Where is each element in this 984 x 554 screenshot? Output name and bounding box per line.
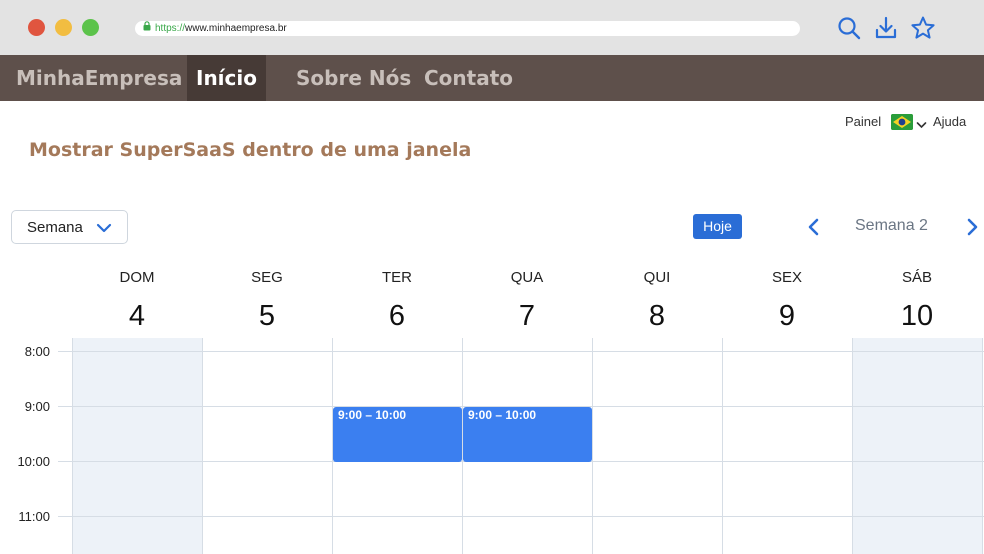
day-name: SEX (771, 269, 802, 286)
time-label: 9:00 (24, 399, 50, 414)
event-time: 9:00 – 10:00 (338, 408, 407, 422)
previous-week-icon[interactable] (806, 216, 822, 238)
url-host: www.minhaempresa.br (185, 23, 287, 35)
view-select-value: Semana (27, 219, 83, 236)
lock-icon (143, 21, 151, 36)
page-title: Mostrar SuperSaaS dentro de uma janela (29, 139, 472, 161)
site-nav: MinhaEmpresa Início Sobre Nós Contato (0, 55, 984, 101)
time-label: 8:00 (24, 344, 50, 359)
nav-item-sobre-nos[interactable]: Sobre Nós (296, 55, 411, 101)
day-header-dom: DOM 4 (72, 268, 202, 332)
grid-divider (202, 338, 203, 554)
grid-divider (982, 338, 983, 554)
day-number[interactable]: 7 (462, 300, 592, 332)
grid-divider (72, 338, 73, 554)
weekend-column-dom[interactable] (72, 338, 202, 554)
time-label: 11:00 (18, 509, 50, 524)
week-label: Semana 2 (855, 217, 928, 234)
help-link[interactable]: Ajuda (933, 114, 966, 130)
day-header-qua: QUA 7 (462, 268, 592, 332)
day-name: QUI (643, 269, 671, 286)
grid-divider (592, 338, 593, 554)
browser-toolbar: https://www.minhaempresa.br (0, 0, 984, 55)
day-number[interactable]: 8 (592, 300, 722, 332)
minimize-window-button[interactable] (55, 19, 72, 36)
brand-logo[interactable]: MinhaEmpresa (16, 55, 182, 101)
day-name: TER (382, 269, 412, 286)
grid-divider (852, 338, 853, 554)
close-window-button[interactable] (28, 19, 45, 36)
appointment-event[interactable]: 9:00 – 10:00 (463, 407, 592, 462)
brazil-flag-icon[interactable] (891, 114, 913, 130)
day-name: SÁB (901, 269, 932, 286)
day-name: DOM (119, 269, 155, 286)
grid-divider (722, 338, 723, 554)
day-name: SEG (251, 269, 283, 286)
chevron-down-icon[interactable] (916, 117, 927, 129)
nav-item-inicio[interactable]: Início (187, 55, 266, 101)
chevron-down-icon (96, 221, 112, 235)
day-header-seg: SEG 5 (202, 268, 332, 332)
search-icon[interactable] (836, 15, 862, 41)
day-number[interactable]: 4 (72, 300, 202, 332)
day-number[interactable]: 10 (852, 300, 982, 332)
address-bar[interactable]: https://www.minhaempresa.br (135, 21, 800, 36)
day-number[interactable]: 5 (202, 300, 332, 332)
url-scheme: https:// (155, 23, 186, 35)
download-icon[interactable] (873, 15, 899, 41)
nav-item-contato[interactable]: Contato (424, 55, 513, 101)
weekend-column-sab[interactable] (852, 338, 982, 554)
day-name: QUA (510, 269, 544, 286)
view-select[interactable]: Semana (11, 210, 128, 244)
day-header-qui: QUI 8 (592, 268, 722, 332)
day-number[interactable]: 6 (332, 300, 462, 332)
day-header-ter: TER 6 (332, 268, 462, 332)
panel-link[interactable]: Painel (845, 114, 881, 130)
hour-line (58, 516, 984, 517)
day-number[interactable]: 9 (722, 300, 852, 332)
appointment-event[interactable]: 9:00 – 10:00 (333, 407, 462, 462)
maximize-window-button[interactable] (82, 19, 99, 36)
today-button[interactable]: Hoje (693, 214, 742, 239)
hour-line (58, 351, 984, 352)
event-time: 9:00 – 10:00 (468, 408, 537, 422)
star-icon[interactable] (910, 15, 936, 41)
next-week-icon[interactable] (964, 216, 980, 238)
time-label: 10:00 (17, 454, 50, 469)
day-header-sab: SÁB 10 (852, 268, 982, 332)
day-header-sex: SEX 9 (722, 268, 852, 332)
